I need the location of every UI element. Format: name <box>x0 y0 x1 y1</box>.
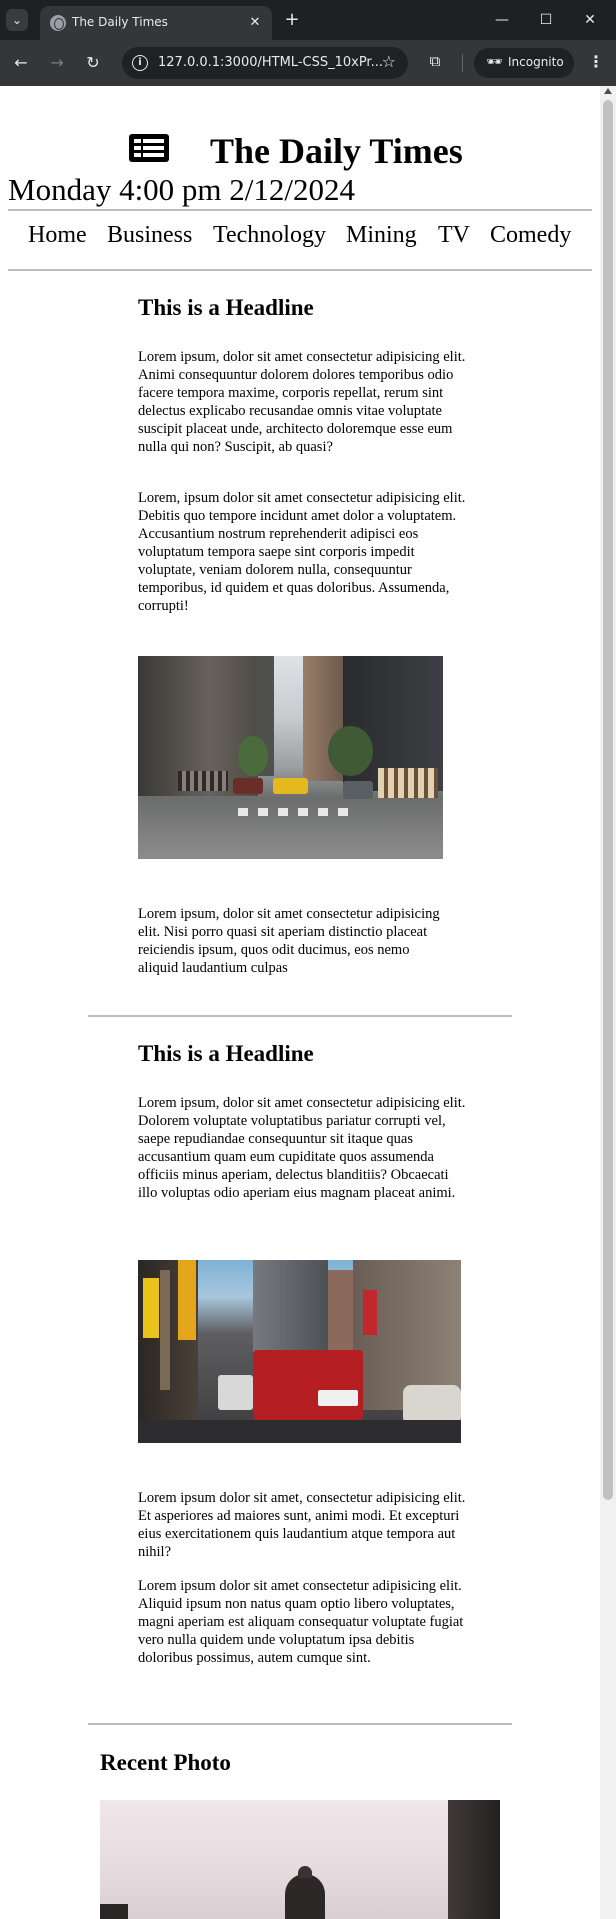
article-2-paragraph-1: Lorem ipsum, dolor sit amet consectetur … <box>138 1095 466 1201</box>
close-tab-icon[interactable]: ✕ <box>246 14 264 32</box>
flatiron-building-photo <box>100 1800 500 1919</box>
site-info-icon[interactable]: i <box>132 55 148 71</box>
browser-tab-strip: ⌄ The Daily Times ✕ + — ☐ ✕ <box>0 0 616 40</box>
article-1-paragraph-1: Lorem ipsum, dolor sit amet consectetur … <box>138 349 466 455</box>
article-1-paragraph-2: Lorem, ipsum dolor sit amet consectetur … <box>138 490 466 614</box>
incognito-icon: 🕶 <box>486 55 503 70</box>
minimize-button[interactable]: — <box>488 8 516 32</box>
browser-tab[interactable]: The Daily Times ✕ <box>40 6 272 40</box>
header-divider-bottom <box>8 269 592 271</box>
article-1-paragraph-3: Lorem ipsum, dolor sit amet consectetur … <box>138 906 440 976</box>
site-title: The Daily Times <box>210 131 463 171</box>
article-divider-2 <box>88 1723 512 1725</box>
reload-button[interactable]: ↻ <box>82 52 104 74</box>
scroll-up-arrow-icon[interactable] <box>604 88 612 94</box>
extensions-icon[interactable]: ⧉ <box>424 52 446 74</box>
address-bar[interactable]: i 127.0.0.1:3000/HTML-CSS_10xPr... ☆ <box>122 47 408 79</box>
main-nav: Home Business Technology Mining TV Comed… <box>0 222 592 264</box>
close-window-button[interactable]: ✕ <box>576 8 604 32</box>
article-2-paragraph-2: Lorem ipsum dolor sit amet, consectetur … <box>138 1490 466 1560</box>
nav-link-business[interactable]: Business <box>107 222 192 249</box>
globe-icon <box>50 15 66 31</box>
back-button[interactable]: ← <box>10 52 32 74</box>
article-1-headline: This is a Headline <box>138 295 314 320</box>
recent-photo-heading: Recent Photo <box>100 1750 231 1775</box>
newspaper-icon <box>129 134 169 162</box>
incognito-profile-button[interactable]: 🕶 Incognito <box>474 48 574 78</box>
maximize-button[interactable]: ☐ <box>532 8 560 32</box>
nav-link-mining[interactable]: Mining <box>346 222 417 249</box>
url-text[interactable]: 127.0.0.1:3000/HTML-CSS_10xPr... <box>158 55 383 70</box>
page-viewport: The Daily Times Monday 4:00 pm 2/12/2024… <box>0 86 600 1919</box>
bookmark-star-icon[interactable]: ☆ <box>382 52 396 71</box>
nav-link-comedy[interactable]: Comedy <box>490 222 571 249</box>
nav-link-technology[interactable]: Technology <box>213 222 326 249</box>
browser-toolbar: ← → ↻ i 127.0.0.1:3000/HTML-CSS_10xPr...… <box>0 40 616 86</box>
page-scrollbar[interactable] <box>600 86 616 1919</box>
nav-link-tv[interactable]: TV <box>438 222 470 249</box>
incognito-label: Incognito <box>508 55 564 69</box>
nav-link-home[interactable]: Home <box>28 222 87 249</box>
header-divider-top <box>8 209 592 211</box>
toolbar-divider <box>462 54 463 72</box>
scrollbar-thumb[interactable] <box>603 100 613 1500</box>
article-2-headline: This is a Headline <box>138 1041 314 1066</box>
browser-menu-icon[interactable]: ⋮ <box>586 52 606 74</box>
city-street-photo <box>138 656 443 859</box>
article-2-paragraph-3: Lorem ipsum dolor sit amet consectetur a… <box>138 1578 464 1666</box>
forward-button[interactable]: → <box>46 52 68 74</box>
fire-truck-photo <box>138 1260 461 1443</box>
new-tab-button[interactable]: + <box>282 10 302 30</box>
date-line: Monday 4:00 pm 2/12/2024 <box>8 172 356 207</box>
tab-title: The Daily Times <box>72 15 168 29</box>
article-divider-1 <box>88 1015 512 1017</box>
tab-search-button[interactable]: ⌄ <box>6 9 28 31</box>
